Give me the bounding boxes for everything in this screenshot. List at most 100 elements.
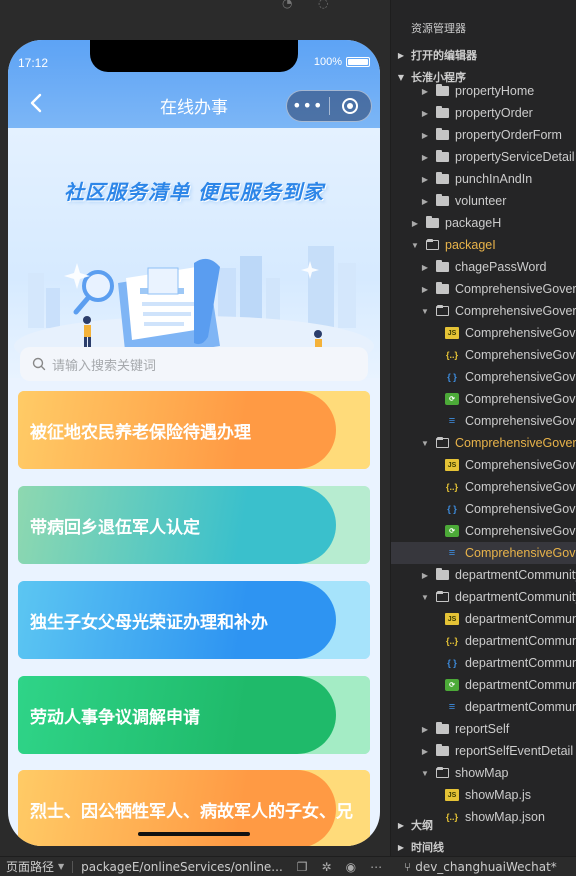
status-bar: 页面路径 ▼ packageE/onlineServices/online...…	[0, 856, 576, 876]
folder-icon-wrap	[435, 591, 449, 603]
git-branch[interactable]: ⑂ dev_changhuaiWechat*	[404, 857, 557, 876]
tree-item-label: showMap.js	[465, 788, 531, 802]
branch-icon: ⑂	[404, 860, 412, 874]
folder-icon	[435, 84, 449, 96]
banner: 社区服务清单 便民服务到家	[8, 128, 380, 378]
eye-icon[interactable]: ◉	[346, 860, 356, 874]
tree-folder[interactable]: ▶ propertyHome	[391, 80, 576, 102]
tree-item-label: propertyOrderForm	[455, 128, 562, 142]
service-card[interactable]: 被征地农民养老保险待遇办理	[18, 391, 370, 469]
search-bar[interactable]: 请输入搜索关键词	[20, 347, 368, 381]
tree-file[interactable]: ≡ departmentCommunity	[391, 696, 576, 718]
tree-file[interactable]: {..} departmentCommunity	[391, 630, 576, 652]
tree-folder[interactable]: ▼ ComprehensiveGovernance	[391, 300, 576, 322]
close-miniprogram-button[interactable]	[329, 97, 371, 115]
rotate-icon[interactable]: ◔	[282, 0, 292, 10]
page-path-label[interactable]: 页面路径	[0, 858, 54, 875]
open-editors-section[interactable]: ▶ 打开的编辑器	[391, 44, 576, 66]
more-icon[interactable]: ⋯	[370, 860, 382, 874]
status-divider	[72, 860, 74, 873]
tree-file[interactable]: JS ComprehensiveGovernance	[391, 454, 576, 476]
copy-icon[interactable]: ❐	[297, 860, 308, 874]
tree-file[interactable]: {..} ComprehensiveGovernance	[391, 344, 576, 366]
chevron-right-icon: ▶	[421, 262, 429, 272]
chevron-right-icon: ▶	[397, 820, 405, 830]
folder-icon-wrap	[425, 216, 439, 229]
tree-item-label: reportSelfEventDetail	[455, 744, 574, 758]
tree-file[interactable]: {..} ComprehensiveGovernance	[391, 476, 576, 498]
tree-folder[interactable]: ▶ propertyServiceDetail	[391, 146, 576, 168]
tree-folder[interactable]: ▼ packageI	[391, 234, 576, 256]
tree-folder[interactable]: ▶ propertyOrder	[391, 102, 576, 124]
tree-folder[interactable]: ▼ departmentCommunity	[391, 586, 576, 608]
chevron-right-icon: ▶	[421, 86, 429, 96]
battery-percent: 100%	[313, 56, 342, 68]
timeline-section[interactable]: ▶ 时间线	[391, 836, 576, 856]
tree-file[interactable]: JS departmentCommunity	[391, 608, 576, 630]
tree-file[interactable]: { } ComprehensiveGovernance	[391, 366, 576, 388]
json-file-icon: {..}	[445, 482, 458, 492]
folder-icon	[435, 106, 449, 118]
bug-icon[interactable]: ✲	[322, 860, 332, 874]
tree-item-label: departmentCommunity	[465, 678, 576, 692]
folder-open-icon	[435, 437, 449, 448]
service-card[interactable]: 劳动人事争议调解申请	[18, 676, 370, 754]
wxml-file-icon: { }	[447, 372, 457, 382]
chevron-right-icon: ▶	[421, 130, 429, 140]
tree-item-label: departmentCommunity	[465, 612, 576, 626]
tree-item-label: propertyHome	[455, 84, 535, 98]
service-card[interactable]: 带病回乡退伍军人认定	[18, 486, 370, 564]
phone-frame: 17:12 100% 在线办事 ••• 社区服务清单 便民服务到家 请输入搜索关…	[8, 40, 380, 846]
tree-item-label: showMap	[455, 766, 509, 780]
chevron-right-icon: ▶	[421, 174, 429, 184]
tree-folder[interactable]: ▶ ComprehensiveGovernance	[391, 278, 576, 300]
chevron-right-icon: ▶	[421, 724, 429, 734]
tree-item-label: departmentCommunity	[465, 634, 576, 648]
tree-item-label: reportSelf	[455, 722, 510, 736]
tree-folder[interactable]: ▼ showMap	[391, 762, 576, 784]
json-file-icon: {..}	[445, 350, 458, 360]
wxs-file-icon: ⟳	[445, 393, 459, 405]
phone-notch	[90, 40, 298, 72]
tree-file[interactable]: { } ComprehensiveGovernance	[391, 498, 576, 520]
tree-file[interactable]: ⟳ ComprehensiveGovernance	[391, 388, 576, 410]
folder-icon-wrap	[435, 282, 449, 295]
tree-item-label: packageH	[445, 216, 502, 230]
tree-file[interactable]: JS ComprehensiveGovernance	[391, 322, 576, 344]
search-input[interactable]: 请输入搜索关键词	[52, 355, 156, 374]
volume-icon[interactable]: ◌	[318, 0, 328, 10]
tree-folder[interactable]: ▶ packageH	[391, 212, 576, 234]
tree-folder[interactable]: ▼ ComprehensiveGovernance	[391, 432, 576, 454]
tree-file[interactable]: ⟳ departmentCommunity	[391, 674, 576, 696]
tree-item-label: departmentCommunity	[465, 700, 576, 714]
service-card[interactable]: 独生子女父母光荣证办理和补办	[18, 581, 370, 659]
chevron-right-icon: ▶	[421, 152, 429, 162]
wxs-file-icon: ⟳	[445, 679, 459, 691]
chevron-down-icon: ▼	[421, 768, 429, 778]
tree-folder[interactable]: ▶ propertyOrderForm	[391, 124, 576, 146]
banner-illustration	[14, 246, 374, 376]
tree-item-label: chagePassWord	[455, 260, 547, 274]
page-path[interactable]: packageE/onlineServices/online...	[81, 860, 283, 874]
tree-file[interactable]: JS showMap.js	[391, 784, 576, 806]
tree-file[interactable]: ⟳ ComprehensiveGovernance	[391, 520, 576, 542]
tree-folder[interactable]: ▶ chagePassWord	[391, 256, 576, 278]
tree-item-label: ComprehensiveGovernance	[455, 282, 576, 296]
tree-folder[interactable]: ▶ departmentCommunity	[391, 564, 576, 586]
wxs-file-icon: ⟳	[445, 525, 459, 537]
caret-down-icon[interactable]: ▼	[58, 862, 64, 871]
more-menu-button[interactable]: •••	[287, 91, 329, 121]
chevron-down-icon: ▼	[421, 306, 429, 316]
tree-file[interactable]: ≡ ComprehensiveGovernance	[391, 410, 576, 432]
tree-item-label: ComprehensiveGovernance	[465, 326, 576, 340]
outline-section[interactable]: ▶ 大纲	[391, 814, 576, 836]
tree-file[interactable]: { } departmentCommunity	[391, 652, 576, 674]
tree-folder[interactable]: ▶ reportSelfEventDetail	[391, 740, 576, 762]
wxss-file-icon: ≡	[448, 415, 456, 427]
tree-folder[interactable]: ▶ reportSelf	[391, 718, 576, 740]
folder-icon	[435, 744, 449, 756]
tree-folder[interactable]: ▶ punchInAndIn	[391, 168, 576, 190]
tree-folder[interactable]: ▶ volunteer	[391, 190, 576, 212]
service-card-label: 带病回乡退伍军人认定	[30, 517, 200, 538]
tree-file[interactable]: ≡ ComprehensiveGovernance	[391, 542, 576, 564]
